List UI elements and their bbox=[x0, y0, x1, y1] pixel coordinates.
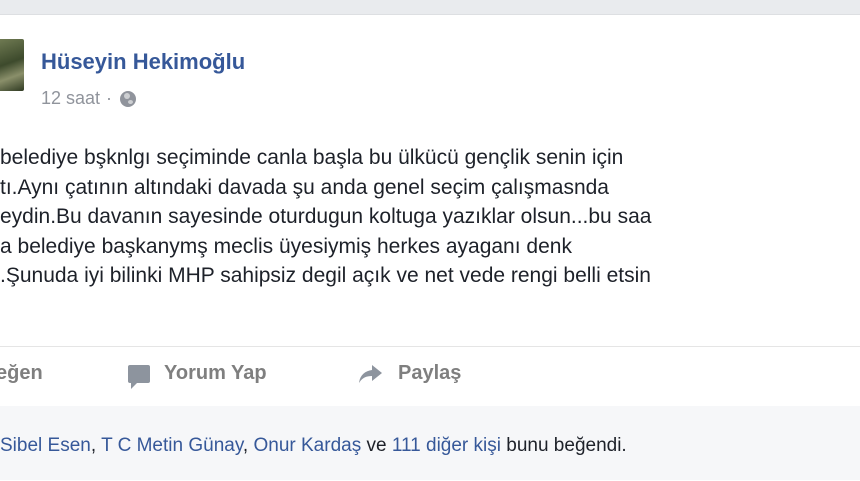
liker-separator: , bbox=[90, 435, 102, 456]
comment-icon bbox=[128, 364, 150, 389]
post-line: .Şunuda iyi bilinki MHP sahipsiz degil a… bbox=[0, 264, 651, 287]
like-button[interactable]: eğen bbox=[0, 362, 43, 385]
post-body: belediye bşknlgı seçiminde canla başla b… bbox=[0, 143, 860, 291]
globe-icon[interactable] bbox=[120, 90, 137, 107]
comment-button-label: Yorum Yap bbox=[164, 362, 267, 384]
likes-others-link[interactable]: 111 diğer kişi bbox=[392, 435, 501, 456]
post-line: a belediye başkanymş meclis üyesiymiş he… bbox=[0, 234, 572, 258]
post-author-name[interactable]: Hüseyin Hekimoğlu bbox=[41, 49, 245, 75]
post-line: belediye bşknlgı seçiminde canla başla b… bbox=[0, 146, 624, 169]
liker-link[interactable]: Onur Kardaş bbox=[253, 435, 361, 456]
comment-button[interactable]: Yorum Yap bbox=[128, 362, 267, 389]
likes-summary: Sibel Esen, T C Metin Günay, Onur Kardaş… bbox=[0, 435, 627, 457]
likes-summary-bar: Sibel Esen, T C Metin Günay, Onur Kardaş… bbox=[0, 406, 860, 480]
liker-separator: , bbox=[242, 435, 254, 456]
likes-conjunction: ve bbox=[361, 435, 392, 456]
liker-link[interactable]: Sibel Esen bbox=[0, 435, 91, 456]
divider bbox=[0, 346, 860, 347]
share-button-label: Paylaş bbox=[398, 362, 462, 384]
liker-link[interactable]: T C Metin Günay bbox=[101, 435, 243, 456]
share-icon bbox=[359, 364, 382, 383]
avatar[interactable] bbox=[0, 39, 24, 91]
share-button[interactable]: Paylaş bbox=[358, 362, 461, 385]
post-line: eydin.Bu davanın sayesinde oturdugun kol… bbox=[0, 205, 652, 228]
post-actions: eğen Yorum Yap Paylaş bbox=[0, 362, 860, 392]
post-line: tı.Aynı çatının altındaki davada şu anda… bbox=[0, 175, 609, 199]
post-timestamp[interactable]: 12 saat bbox=[41, 88, 100, 109]
likes-suffix: bunu beğendi. bbox=[500, 435, 627, 456]
meta-separator: · bbox=[106, 88, 113, 108]
post-meta: 12 saat · bbox=[41, 88, 137, 109]
like-button-label: eğen bbox=[0, 362, 43, 384]
